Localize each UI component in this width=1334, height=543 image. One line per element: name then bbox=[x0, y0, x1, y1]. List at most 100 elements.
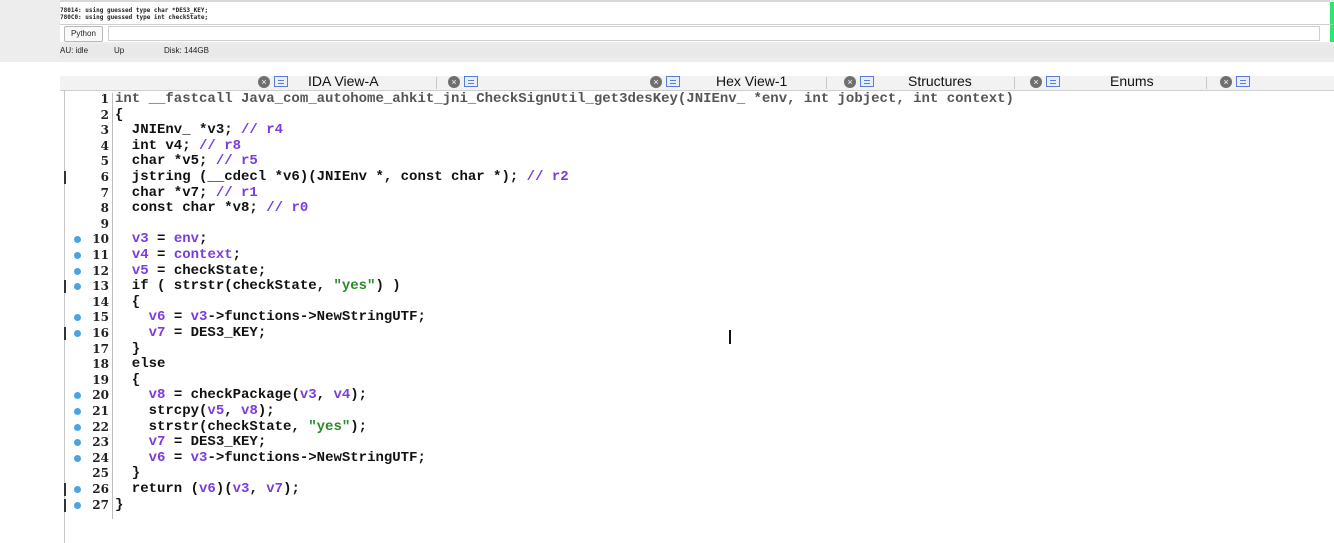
variable-token: v7 bbox=[266, 481, 284, 497]
code-line[interactable]: 10 v3 = env; bbox=[0, 231, 1334, 248]
code-line[interactable]: 18 else bbox=[0, 357, 1334, 371]
disk-space: Disk: 144GB bbox=[164, 46, 209, 55]
code-text: else bbox=[115, 357, 166, 371]
breakpoint-dot-icon[interactable] bbox=[74, 330, 81, 337]
code-text: } bbox=[115, 466, 140, 480]
close-icon[interactable]: × bbox=[1030, 76, 1042, 88]
code-token: = bbox=[148, 231, 174, 248]
status-bar: AU: idle Up Disk: 144GB bbox=[60, 44, 1334, 58]
breakpoint-dot-icon[interactable] bbox=[74, 423, 81, 431]
code-line[interactable]: 22 strstr(checkState, "yes"); bbox=[0, 418, 1334, 435]
code-line[interactable]: 26 return (v6)(v3, v7); bbox=[0, 481, 1334, 497]
line-number: 23 bbox=[92, 435, 109, 450]
code-token: strstr(checkState, bbox=[115, 418, 309, 435]
breakpoint-dot-icon[interactable] bbox=[74, 314, 81, 322]
variable-token: v7 bbox=[148, 325, 166, 341]
enums-icon bbox=[1046, 76, 1060, 87]
string-literal: "yes" bbox=[308, 418, 351, 435]
line-marker bbox=[64, 171, 66, 184]
line-number: 3 bbox=[100, 123, 109, 138]
breakpoint-dot-icon[interactable] bbox=[74, 392, 81, 400]
code-token: char *v7; bbox=[115, 184, 216, 201]
code-line[interactable]: 1 int __fastcall Java_com_autohome_ahkit_… bbox=[0, 92, 1334, 106]
close-icon[interactable]: × bbox=[448, 76, 460, 88]
close-icon[interactable]: × bbox=[258, 76, 270, 88]
line-number: 14 bbox=[92, 294, 109, 309]
code-token: = checkState; bbox=[148, 262, 267, 279]
code-line[interactable]: 3 JNIEnv_ *v3; // r4 bbox=[0, 123, 1334, 138]
variable-token: v4 bbox=[131, 247, 149, 263]
line-marker bbox=[64, 483, 66, 496]
line-number: 8 bbox=[100, 201, 109, 216]
code-line[interactable]: 17 } bbox=[0, 340, 1334, 357]
line-number: 27 bbox=[92, 497, 109, 512]
python-interpreter-button[interactable]: Python bbox=[64, 26, 103, 42]
code-text: } bbox=[115, 498, 123, 512]
breakpoint-dot-icon[interactable] bbox=[74, 439, 81, 447]
code-line[interactable]: 6 jstring (__cdecl *v6)(JNIEnv *, const … bbox=[0, 169, 1334, 185]
code-line[interactable]: 24 v6 = v3->functions->NewStringUTF; bbox=[0, 449, 1334, 466]
code-token: } bbox=[115, 340, 141, 357]
code-line[interactable]: 11 v4 = context; bbox=[0, 247, 1334, 263]
code-line[interactable]: 7 char *v7; // r1 bbox=[0, 184, 1334, 201]
close-icon[interactable]: × bbox=[1220, 76, 1232, 88]
breakpoint-dot-icon[interactable] bbox=[74, 252, 81, 259]
code-text: v3 = env; bbox=[115, 231, 208, 248]
code-token: jstring (__cdecl *v6)(JNIEnv *, const ch… bbox=[115, 169, 527, 185]
code-token: const char *v8; bbox=[115, 200, 267, 217]
breakpoint-dot-icon[interactable] bbox=[74, 408, 81, 415]
string-literal: "yes" bbox=[333, 278, 376, 295]
close-icon[interactable]: × bbox=[844, 76, 856, 88]
breakpoint-dot-icon[interactable] bbox=[74, 486, 81, 493]
code-line[interactable]: 9 bbox=[0, 217, 1334, 231]
code-text: v7 = DES3_KEY; bbox=[115, 325, 267, 341]
line-marker bbox=[64, 280, 66, 294]
line-number: 11 bbox=[92, 248, 109, 262]
code-text: int v4; // r8 bbox=[115, 137, 241, 154]
breakpoint-dot-icon[interactable] bbox=[74, 283, 81, 291]
code-line[interactable]: 16 v7 = DES3_KEY; bbox=[0, 325, 1334, 341]
code-line[interactable]: 2{ bbox=[0, 106, 1334, 123]
code-line[interactable]: 25 } bbox=[0, 466, 1334, 480]
command-input[interactable] bbox=[108, 26, 1320, 41]
variable-token: // r2 bbox=[526, 169, 569, 185]
code-line[interactable]: 19 { bbox=[0, 373, 1334, 387]
code-line[interactable]: 5 char *v5; // r5 bbox=[0, 154, 1334, 168]
breakpoint-dot-icon[interactable] bbox=[74, 267, 81, 275]
code-line[interactable]: 20 v8 = checkPackage(v3, v4); bbox=[0, 387, 1334, 404]
code-line[interactable]: 12 v5 = checkState; bbox=[0, 262, 1334, 279]
code-token: int v4; bbox=[115, 137, 200, 154]
code-token: ->functions->NewStringUTF; bbox=[207, 449, 426, 466]
variable-token: v4 bbox=[333, 387, 351, 404]
code-line[interactable]: 15 v6 = v3->functions->NewStringUTF; bbox=[0, 310, 1334, 325]
breakpoint-dot-icon[interactable] bbox=[74, 501, 81, 509]
code-text: strcpy(v5, v8); bbox=[115, 403, 275, 419]
analysis-state: AU: idle bbox=[60, 46, 89, 55]
code-line[interactable]: 14 { bbox=[0, 293, 1334, 310]
variable-token: context bbox=[173, 247, 233, 263]
code-line[interactable]: 8 const char *v8; // r0 bbox=[0, 200, 1334, 217]
scroll-direction: Up bbox=[114, 46, 125, 55]
code-text: int __fastcall Java_com_autohome_ahkit_j… bbox=[115, 92, 1014, 106]
line-number: 15 bbox=[92, 310, 109, 325]
code-token: { bbox=[115, 293, 141, 310]
code-line[interactable]: 23 v7 = DES3_KEY; bbox=[0, 435, 1334, 450]
output-log[interactable]: 78014: using guessed type char *DES3_KEY… bbox=[60, 2, 1334, 24]
code-text: v5 = checkState; bbox=[115, 262, 267, 279]
variable-token: v8 bbox=[241, 403, 258, 419]
tab-separator bbox=[1014, 77, 1015, 89]
code-line[interactable]: 13 if ( strstr(checkState, "yes") ) bbox=[0, 278, 1334, 295]
code-line[interactable]: 27} bbox=[0, 497, 1334, 512]
breakpoint-dot-icon[interactable] bbox=[74, 236, 81, 244]
line-number: 7 bbox=[100, 185, 109, 200]
line-number: 6 bbox=[100, 170, 109, 184]
code-line[interactable]: 21 strcpy(v5, v8); bbox=[0, 403, 1334, 419]
code-line[interactable]: 4 int v4; // r8 bbox=[0, 137, 1334, 154]
tab-label: Structures bbox=[908, 76, 972, 89]
close-icon[interactable]: × bbox=[650, 76, 662, 88]
breakpoint-dot-icon[interactable] bbox=[74, 454, 81, 462]
code-token: return ( bbox=[115, 481, 200, 497]
code-token: { bbox=[115, 106, 124, 123]
